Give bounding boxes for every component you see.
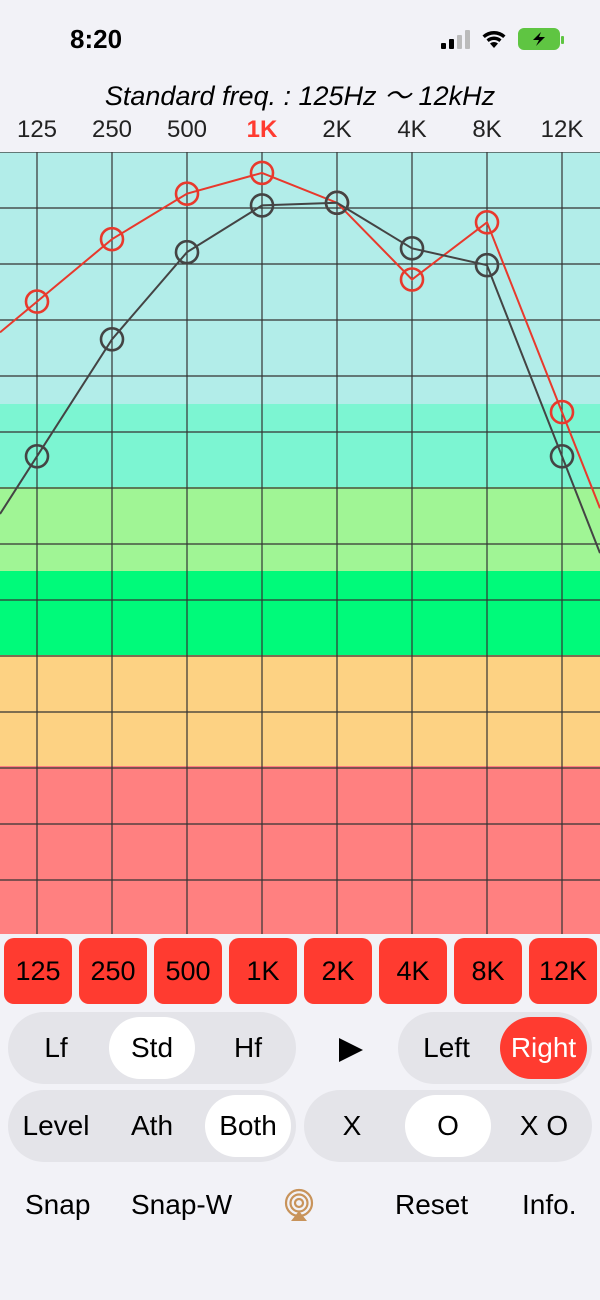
battery-charging-icon bbox=[518, 28, 564, 50]
mode-option-ath[interactable]: Ath bbox=[109, 1095, 195, 1157]
audiogram-chart[interactable] bbox=[0, 152, 600, 934]
hearing-zone-5 bbox=[0, 655, 600, 766]
snap-w-button[interactable]: Snap-W bbox=[131, 1180, 232, 1230]
frequency-label-2k: 2K bbox=[322, 116, 352, 143]
status-time: 8:20 bbox=[70, 24, 123, 54]
frequency-label-500: 500 bbox=[166, 116, 208, 143]
frequency-axis-labels: 125 250 500 1K 2K 4K 8K 12K bbox=[0, 116, 600, 150]
airplay-icon bbox=[284, 1188, 314, 1221]
page-subtitle: Standard freq. : 125Hz 〜 12kHz bbox=[104, 81, 496, 111]
mode-option-both[interactable]: Both bbox=[205, 1095, 291, 1157]
frequency-label-1k: 1K bbox=[246, 116, 278, 143]
ear-select-control: Left Right bbox=[398, 1012, 592, 1084]
frequency-button-1k[interactable]: 1K bbox=[229, 938, 297, 1004]
frequency-button-125[interactable]: 125 bbox=[4, 938, 72, 1004]
wifi-icon bbox=[482, 31, 506, 48]
play-icon bbox=[339, 1038, 363, 1062]
marker-option-x-o[interactable]: X O bbox=[501, 1095, 587, 1157]
frequency-label-4k: 4K bbox=[397, 116, 427, 143]
hearing-zone-6 bbox=[0, 766, 600, 934]
frequency-label-250: 250 bbox=[91, 116, 133, 143]
frequency-button-4k[interactable]: 4K bbox=[379, 938, 447, 1004]
frequency-button-250[interactable]: 250 bbox=[79, 938, 147, 1004]
frequency-label-12k: 12K bbox=[540, 116, 584, 143]
hearing-zone-2 bbox=[0, 404, 600, 487]
hearing-zone-4 bbox=[0, 571, 600, 655]
snap-button[interactable]: Snap bbox=[25, 1180, 90, 1230]
cellular-signal-icon bbox=[441, 29, 470, 49]
marker-type-control: XOX O bbox=[304, 1090, 592, 1162]
play-button[interactable] bbox=[330, 1030, 370, 1070]
marker-option-x[interactable]: X bbox=[309, 1095, 395, 1157]
status-icons bbox=[441, 28, 564, 50]
status-bar: 8:20 bbox=[0, 0, 600, 80]
frequency-button-8k[interactable]: 8K bbox=[454, 938, 522, 1004]
frequency-label-8k: 8K bbox=[472, 116, 502, 143]
frequency-button-12k[interactable]: 12K bbox=[529, 938, 597, 1004]
info-button[interactable]: Info. bbox=[522, 1180, 576, 1230]
frequency-button-2k[interactable]: 2K bbox=[304, 938, 372, 1004]
range-option-lf[interactable]: Lf bbox=[13, 1017, 99, 1079]
ear-option-left[interactable]: Left bbox=[403, 1017, 490, 1079]
range-option-hf[interactable]: Hf bbox=[205, 1017, 291, 1079]
frequency-button-500[interactable]: 500 bbox=[154, 938, 222, 1004]
marker-option-o[interactable]: O bbox=[405, 1095, 491, 1157]
frequency-range-control: Lf Std Hf bbox=[8, 1012, 296, 1084]
frequency-button-row: 125 250 500 1K 2K 4K 8K 12K bbox=[0, 938, 600, 1004]
ear-option-right[interactable]: Right bbox=[500, 1017, 587, 1079]
mode-option-level[interactable]: Level bbox=[13, 1095, 99, 1157]
reset-button[interactable]: Reset bbox=[395, 1180, 468, 1230]
display-mode-control: Level Ath Both bbox=[8, 1090, 296, 1162]
range-option-std[interactable]: Std bbox=[109, 1017, 195, 1079]
frequency-label-125: 125 bbox=[16, 116, 58, 143]
hearing-zone-3 bbox=[0, 487, 600, 571]
airplay-button[interactable] bbox=[282, 1180, 316, 1230]
